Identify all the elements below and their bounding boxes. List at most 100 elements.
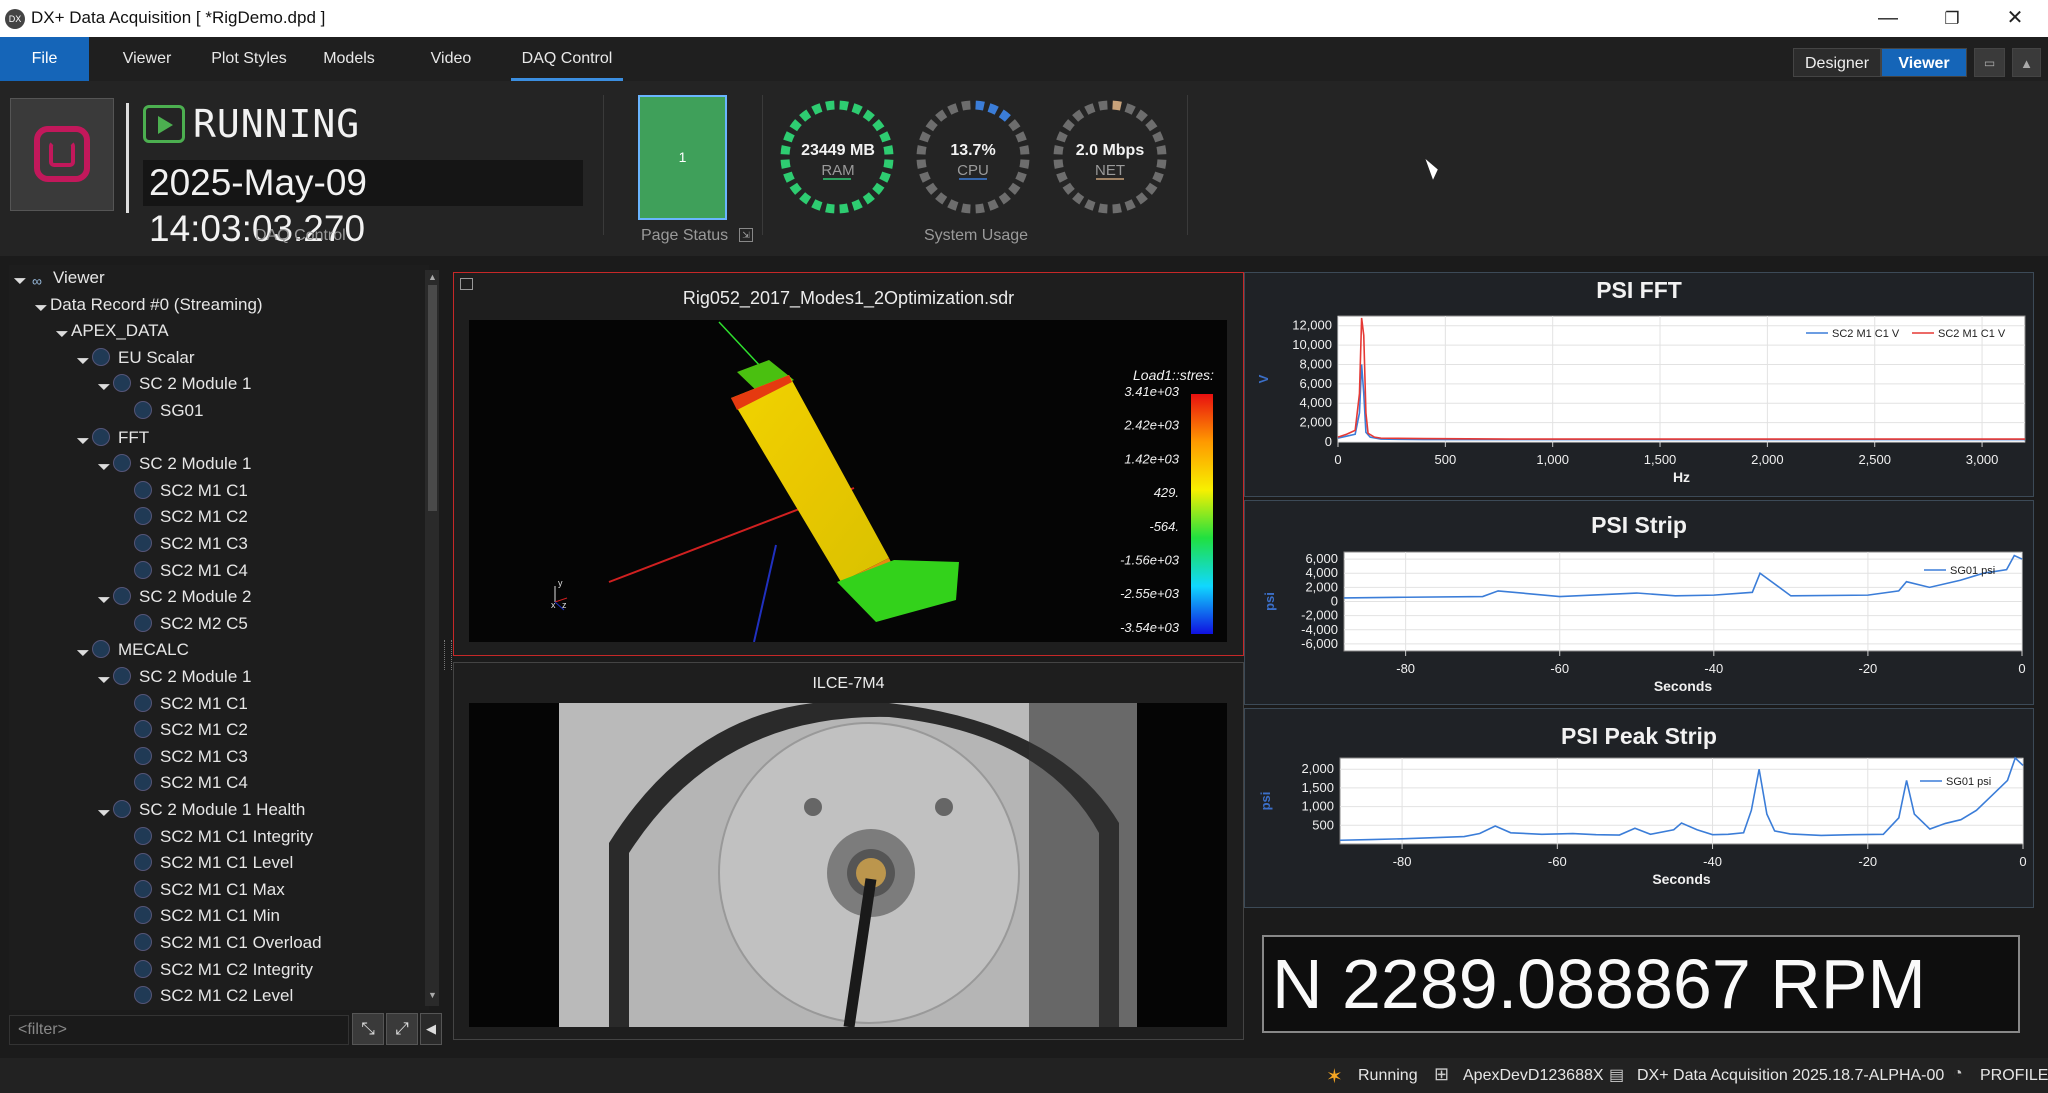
gauge-segment xyxy=(1072,192,1085,205)
tab-viewer[interactable]: Viewer xyxy=(110,37,184,81)
tree-item[interactable]: SC2 M1 C1 xyxy=(120,691,248,717)
scroll-down-icon[interactable]: ▼ xyxy=(428,990,437,1000)
gauge-segment xyxy=(1112,100,1122,111)
tree-item[interactable]: SC2 M1 C2 Level xyxy=(120,983,293,1009)
expand-icon[interactable]: ⇲ xyxy=(739,228,753,242)
chevron-up-icon[interactable]: ▲ xyxy=(2012,48,2041,77)
stop-acquisition-button[interactable] xyxy=(10,98,114,211)
spacer[interactable] xyxy=(122,970,132,980)
tree-item[interactable]: SC2 M1 C3 xyxy=(120,531,248,557)
tree-item[interactable]: SG01 xyxy=(120,398,203,424)
collapse-all-icon[interactable]: ⤡ xyxy=(352,1013,384,1045)
viewer-mode-button[interactable]: Viewer xyxy=(1881,48,1967,77)
status-host: ApexDevD123688X xyxy=(1463,1067,1604,1084)
spacer[interactable] xyxy=(122,916,132,926)
psi-peak-strip-chart[interactable]: -80 -60 -40 -20 0 500 1,000 1,500 2,000 Seconds ps… xyxy=(1244,747,2034,908)
spacer[interactable] xyxy=(122,996,132,1006)
tree-item[interactable]: SC2 M1 C1 Max xyxy=(120,877,285,903)
channel-icon xyxy=(134,401,152,419)
tree-item-label: SC2 M1 C2 xyxy=(160,720,248,740)
spacer[interactable] xyxy=(122,411,132,421)
tree-item[interactable]: ◢ SC 2 Module 1 xyxy=(97,451,251,477)
x-tick-label: -60 xyxy=(1550,661,1569,676)
tree-item[interactable]: ◢ SC 2 Module 1 Health xyxy=(97,797,305,823)
spacer[interactable] xyxy=(122,943,132,953)
spacer[interactable] xyxy=(122,624,132,634)
tree-item[interactable]: SC2 M1 C2 xyxy=(120,504,248,530)
channel-icon xyxy=(134,507,152,526)
spacer[interactable] xyxy=(122,571,132,581)
scroll-up-icon[interactable]: ▲ xyxy=(428,272,437,282)
psi-strip-chart[interactable]: -80 -60 -40 -20 06,0004,0002,0000-2,000-4,00… xyxy=(1244,536,2034,705)
gauge-segment xyxy=(975,203,985,214)
tree-item-label: SC2 M1 C3 xyxy=(160,534,248,553)
spacer[interactable] xyxy=(122,491,132,501)
tree-item[interactable]: ◢ SC 2 Module 1 xyxy=(97,664,251,690)
spacer[interactable] xyxy=(122,730,132,740)
spacer[interactable] xyxy=(122,890,132,900)
tab-plot-styles[interactable]: Plot Styles xyxy=(201,37,297,81)
tree-item[interactable]: ◢ APEX_DATA xyxy=(55,318,169,344)
tree-item[interactable]: ◢ Data Record #0 (Streaming) xyxy=(34,292,263,318)
daq-datetime: 2025-May-09 14:03:03.270 xyxy=(143,160,583,249)
tab-file[interactable]: File xyxy=(0,37,89,81)
tree-item[interactable]: ◢ FFT xyxy=(76,425,149,451)
gauge-segment xyxy=(1098,100,1108,111)
tree-item[interactable]: SC2 M1 C3 xyxy=(120,744,248,770)
channel-icon xyxy=(134,560,152,579)
spacer[interactable] xyxy=(122,544,132,554)
channel-icon xyxy=(134,534,152,552)
tree-item[interactable]: SC2 M1 C1 Integrity xyxy=(120,824,313,850)
tree-item-label: SC2 M1 C1 xyxy=(160,480,248,500)
tab-daq-control[interactable]: DAQ Control xyxy=(511,37,623,81)
tree-item[interactable]: ◢ SC 2 Module 1 xyxy=(97,371,251,397)
tab-video[interactable]: Video xyxy=(418,37,484,81)
splitter-handle[interactable] xyxy=(444,640,452,670)
model-viewport[interactable]: y x z Load1::stres: 3.41e+03 2.42e+03 1.42… xyxy=(469,320,1227,643)
x-tick-label: 0 xyxy=(1334,452,1341,467)
tree-item[interactable]: ◢ EU Scalar xyxy=(76,345,195,371)
restore-button[interactable]: ❐ xyxy=(1924,4,1980,33)
close-button[interactable]: ✕ xyxy=(1987,4,2043,33)
tree-item[interactable]: SC2 M1 C2 xyxy=(120,717,248,743)
tree-filter-input[interactable]: <filter> xyxy=(9,1015,349,1045)
tree-item[interactable]: ◢ MECALC xyxy=(76,637,189,663)
collapse-ribbon-icon[interactable]: ▭ xyxy=(1974,48,2005,77)
ram-gauge-value: 23449 MB xyxy=(801,142,875,159)
tree-item[interactable]: SC2 M1 C4 xyxy=(120,558,248,584)
tree-item[interactable]: SC2 M1 C1 xyxy=(120,478,248,504)
spacer[interactable] xyxy=(122,837,132,847)
status-state: Running xyxy=(1358,1067,1418,1084)
tab-models[interactable]: Models xyxy=(314,37,384,81)
tree-item[interactable]: SC2 M1 C1 Min xyxy=(120,903,280,929)
designer-mode-button[interactable]: Designer xyxy=(1793,48,1881,77)
tree-item[interactable]: ◢ SC 2 Module 2 xyxy=(97,584,251,610)
spacer[interactable] xyxy=(122,863,132,873)
expand-all-icon[interactable]: ⤢ xyxy=(386,1013,418,1045)
spacer[interactable] xyxy=(122,704,132,714)
psi-fft-chart[interactable]: 0 500 1,000 1,500 2,000 2,500 3,000 0 2,000 4,000… xyxy=(1244,300,2034,497)
tree-item[interactable]: SC2 M2 C5 xyxy=(120,611,248,637)
profile-icon: ◔ xyxy=(1953,1065,1963,1082)
page-status-indicator[interactable]: 1 xyxy=(638,95,727,220)
tree-item[interactable]: SC2 M1 C1 Level xyxy=(120,850,293,876)
gauge-segment xyxy=(1145,182,1158,195)
spacer[interactable] xyxy=(122,783,132,793)
collapse-panel-icon[interactable]: ◀ xyxy=(420,1013,442,1045)
tree-item[interactable]: SC2 M1 C4 xyxy=(120,770,248,796)
y-axis-label: V xyxy=(1256,374,1271,383)
tree-scrollbar-thumb[interactable] xyxy=(428,285,437,511)
channel-icon xyxy=(134,879,152,898)
x-tick-label: 2,500 xyxy=(1858,452,1891,467)
tree-item[interactable]: SC2 M1 C1 Overload xyxy=(120,930,322,956)
channel-icon xyxy=(134,480,152,499)
gauge-segment xyxy=(799,192,812,205)
tree-item[interactable]: SC2 M1 C2 Integrity xyxy=(120,957,313,983)
camera-feed-image xyxy=(559,703,1137,1027)
tree-item[interactable]: ◢ ∞ Viewer xyxy=(13,265,105,291)
spacer[interactable] xyxy=(122,757,132,767)
spacer[interactable] xyxy=(122,517,132,527)
video-viewport[interactable] xyxy=(469,703,1227,1027)
x-tick-label: 1,500 xyxy=(1644,452,1677,467)
minimize-button[interactable]: — xyxy=(1860,4,1916,33)
